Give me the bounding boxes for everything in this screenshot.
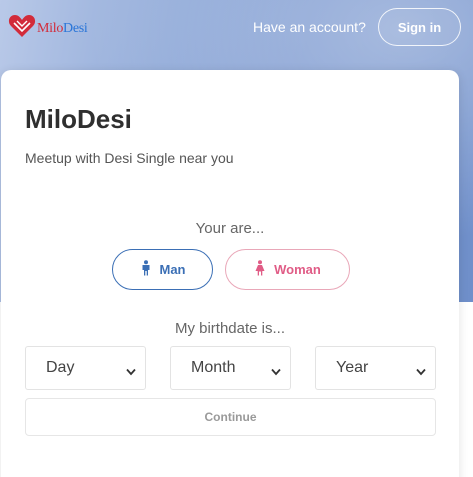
man-button[interactable]: Man xyxy=(112,249,213,290)
chevron-down-icon xyxy=(416,363,426,376)
signup-card: MiloDesi Meetup with Desi Single near yo… xyxy=(1,70,459,477)
top-navigation-bar: MiloDesi Have an account? Sign in xyxy=(0,0,473,56)
chevron-down-icon xyxy=(126,363,136,376)
year-select-value: Year xyxy=(336,359,369,376)
card-title: MiloDesi xyxy=(25,104,132,134)
woman-button-label: Woman xyxy=(274,262,321,277)
continue-button[interactable]: Continue xyxy=(25,398,436,436)
logo-text-main: Milo xyxy=(37,20,64,36)
card-subtitle: Meetup with Desi Single near you xyxy=(25,150,234,166)
male-icon xyxy=(140,260,160,279)
heart-logo-icon xyxy=(8,14,36,43)
year-select[interactable]: Year xyxy=(315,346,436,390)
logo-text-accent: Desi xyxy=(63,20,88,36)
female-icon xyxy=(254,260,274,279)
gender-prompt: Your are... xyxy=(195,220,265,237)
woman-button[interactable]: Woman xyxy=(225,249,350,290)
sign-in-button[interactable]: Sign in xyxy=(378,8,461,46)
logo-text: MiloDesi xyxy=(37,21,88,37)
chevron-down-icon xyxy=(271,363,281,376)
day-select-value: Day xyxy=(46,359,75,376)
month-select-value: Month xyxy=(191,359,236,376)
site-logo[interactable]: MiloDesi xyxy=(8,14,88,43)
day-select[interactable]: Day xyxy=(25,346,146,390)
month-select[interactable]: Month xyxy=(170,346,291,390)
have-account-text: Have an account? xyxy=(253,19,366,35)
birthdate-prompt: My birthdate is... xyxy=(174,320,286,337)
man-button-label: Man xyxy=(159,262,186,277)
